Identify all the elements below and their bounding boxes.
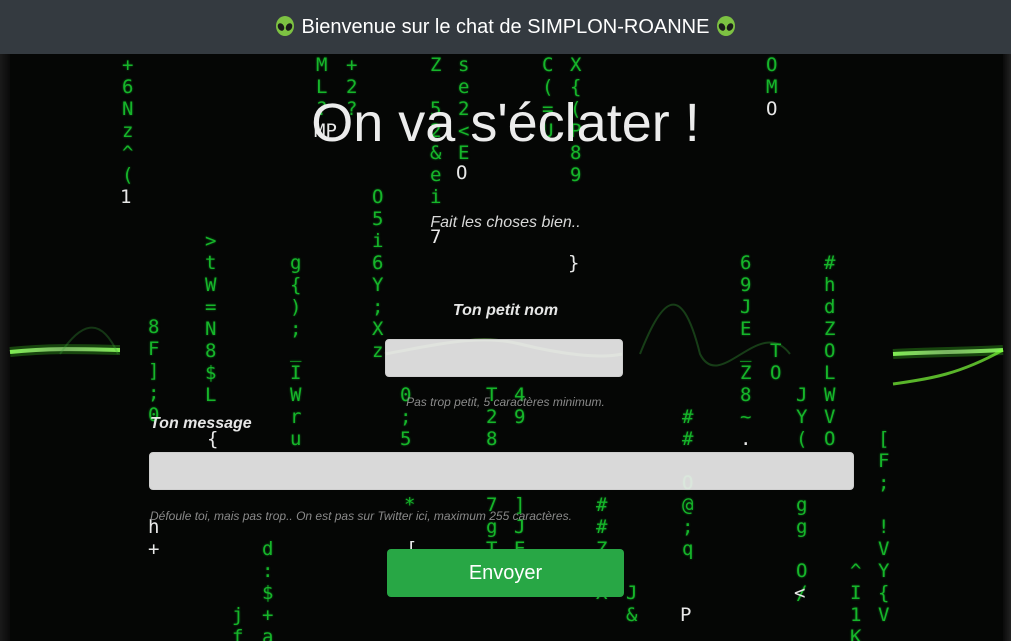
matrix-column: d : $ + a [262,538,274,641]
matrix-column: J & [626,582,638,626]
message-label: Ton message [150,415,252,432]
matrix-column: 0 ; 5 [400,384,412,450]
matrix-column: P [680,604,692,626]
matrix-column: . [740,428,752,450]
matrix-column: O [456,162,468,184]
matrix-column: T O [770,340,782,384]
matrix-column: j f [232,604,244,641]
matrix-column: [ F ; ! V Y { V [878,428,890,626]
page-tagline: Fait les choses bien.. [430,214,581,231]
matrix-column: } [568,252,580,274]
matrix-column: g { ) ; _ I W r u [290,252,302,450]
message-input[interactable] [149,452,854,490]
matrix-column: 8 F ] ; 0 [148,316,160,426]
name-help-text: Pas trop petit, 5 caractères minimum. [406,395,605,409]
name-label: Ton petit nom [452,302,559,319]
alien-icon [717,16,736,36]
matrix-column: O 5 i 6 Y ; X z [372,186,384,362]
top-navbar: Bienvenue sur le chat de SIMPLON-ROANNE [0,0,1011,54]
matrix-column: ^ I 1 K [850,560,862,641]
navbar-title: Bienvenue sur le chat de SIMPLON-ROANNE [301,15,710,38]
alien-icon [275,16,294,36]
page-heading: On va s'éclater ! [311,93,700,153]
matrix-column: 1 [120,186,132,208]
message-help-text: Défoule toi, mais pas trop.. On est pas … [150,509,572,523]
send-button[interactable]: Envoyer [387,549,624,597]
name-input[interactable] [385,339,623,377]
matrix-column: < [794,582,806,604]
matrix-column: T 2 8 [486,384,498,450]
matrix-column: # h d Z O L W V O [824,252,836,450]
matrix-column: J Y ( [796,384,808,450]
